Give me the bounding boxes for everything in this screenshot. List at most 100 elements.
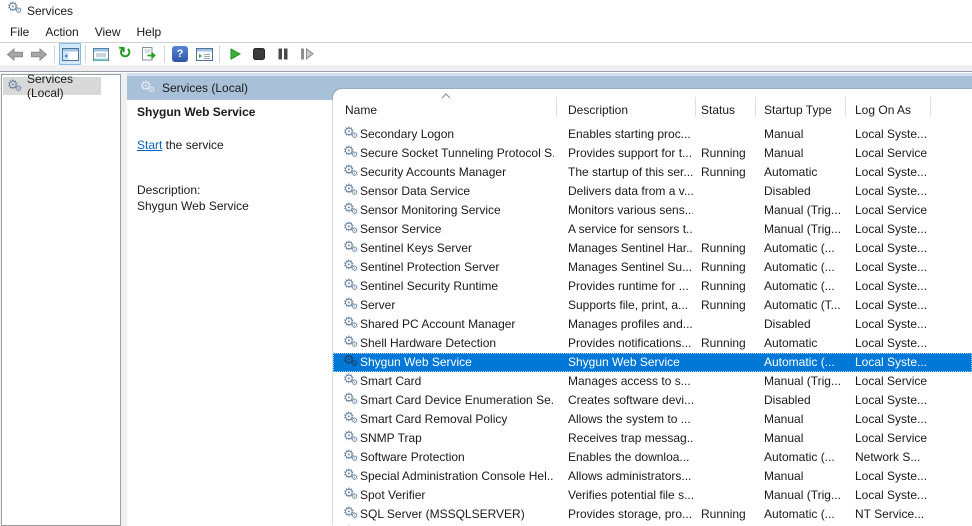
- cell-name: Secure Socket Tunneling Protocol S...: [360, 146, 554, 160]
- service-gear-icon: ⚙⚙: [343, 468, 357, 482]
- table-row[interactable]: ⚙⚙Smart Card Device Enumeration Se...Cre…: [333, 391, 972, 410]
- show-hide-action-pane-icon[interactable]: [193, 43, 215, 65]
- table-row[interactable]: ⚙⚙Sensor Data ServiceDelivers data from …: [333, 182, 972, 201]
- cell-log-on-as: Local Syste...: [855, 184, 928, 198]
- cell-startup-type: Automatic (...: [764, 260, 843, 274]
- toolbar-divider: [0, 65, 972, 72]
- table-row[interactable]: ⚙⚙Sentinel Protection ServerManages Sent…: [333, 258, 972, 277]
- cell-description: Allows the system to ...: [568, 412, 693, 426]
- table-row[interactable]: ⚙⚙Sensor ServiceA service for sensors t.…: [333, 220, 972, 239]
- cell-name: Smart Card Device Enumeration Se...: [360, 393, 554, 407]
- table-row[interactable]: ⚙⚙Sensor Monitoring ServiceMonitors vari…: [333, 201, 972, 220]
- menu-view[interactable]: View: [87, 22, 129, 42]
- cell-log-on-as: Local Syste...: [855, 393, 928, 407]
- column-header-description[interactable]: Description: [568, 103, 628, 117]
- cell-description: Delivers data from a v...: [568, 184, 693, 198]
- table-row[interactable]: ⚙⚙Sentinel Security RuntimeProvides runt…: [333, 277, 972, 296]
- restart-service-icon[interactable]: [296, 43, 318, 65]
- cell-name: Shygun Web Service: [360, 355, 554, 369]
- cell-startup-type: Automatic (...: [764, 507, 843, 521]
- cell-name: Server: [360, 298, 554, 312]
- column-resize-handle[interactable]: [556, 97, 557, 117]
- cell-name: Sentinel Keys Server: [360, 241, 554, 255]
- table-row[interactable]: ⚙⚙SQL Server (MSSQLSERVER)Provides stora…: [333, 505, 972, 524]
- table-row[interactable]: ⚙⚙Shared PC Account ManagerManages profi…: [333, 315, 972, 334]
- cell-name: Shared PC Account Manager: [360, 317, 554, 331]
- column-header-log-on-as[interactable]: Log On As: [855, 103, 911, 117]
- cell-description: Provides notifications...: [568, 336, 693, 350]
- description-label: Description:: [137, 183, 200, 197]
- cell-startup-type: Automatic (...: [764, 279, 843, 293]
- service-gear-icon: ⚙⚙: [343, 297, 357, 311]
- table-row[interactable]: ⚙⚙Smart CardManages access to s...Manual…: [333, 372, 972, 391]
- column-resize-handle[interactable]: [695, 97, 696, 117]
- column-resize-handle[interactable]: [755, 97, 756, 117]
- tree-item-services-local[interactable]: ⚙⚙ Services (Local): [3, 77, 101, 95]
- menu-help[interactable]: Help: [129, 22, 170, 42]
- cell-description: Manages Sentinel Su...: [568, 260, 693, 274]
- start-service-icon[interactable]: [224, 43, 246, 65]
- table-row[interactable]: ⚙⚙Sentinel Keys ServerManages Sentinel H…: [333, 239, 972, 258]
- service-gear-icon: ⚙⚙: [343, 335, 357, 349]
- cell-description: Manages access to s...: [568, 374, 693, 388]
- forward-icon[interactable]: [28, 43, 50, 65]
- table-row[interactable]: ⚙⚙Spot Verifier Verifies potential file s…: [333, 486, 972, 505]
- cell-name: Sensor Monitoring Service: [360, 203, 554, 217]
- table-row[interactable]: ⚙⚙Secondary LogonEnables starting proc..…: [333, 125, 972, 144]
- table-row[interactable]: ⚙⚙Software ProtectionEnables the downloa…: [333, 448, 972, 467]
- table-row[interactable]: ⚙⚙Security Accounts ManagerThe startup o…: [333, 163, 972, 182]
- table-row[interactable]: ⚙⚙Shell Hardware Detection Provides notif…: [333, 334, 972, 353]
- table-row[interactable]: ⚙⚙ServerSupports file, print, a...Runnin…: [333, 296, 972, 315]
- show-hide-console-tree-icon[interactable]: [59, 43, 81, 65]
- cell-startup-type: Automatic: [764, 336, 843, 350]
- cell-status: Running: [701, 279, 753, 293]
- cell-name: Software Protection: [360, 450, 554, 464]
- refresh-icon[interactable]: ↻: [114, 43, 136, 65]
- service-gear-icon: ⚙⚙: [343, 354, 357, 368]
- start-service-line: Start the service: [137, 138, 224, 152]
- cell-name: SQL Server (MSSQLSERVER): [360, 507, 554, 521]
- column-header-status[interactable]: Status: [701, 103, 735, 117]
- cell-log-on-as: Local Service: [855, 431, 928, 445]
- cell-startup-type: Manual (Trig...: [764, 222, 843, 236]
- cell-description: Provides storage, pro...: [568, 507, 693, 521]
- column-resize-handle[interactable]: [930, 97, 931, 117]
- cell-name: Secondary Logon: [360, 127, 554, 141]
- cell-name: Spot Verifier: [360, 488, 554, 502]
- cell-description: Monitors various sens...: [568, 203, 693, 217]
- cell-status: Running: [701, 507, 753, 521]
- start-service-suffix: the service: [162, 138, 223, 152]
- cell-log-on-as: Local Syste...: [855, 279, 928, 293]
- table-row[interactable]: ⚙⚙SNMP TrapReceives trap messag...Manual…: [333, 429, 972, 448]
- selected-service-name: Shygun Web Service: [137, 105, 255, 119]
- column-resize-handle[interactable]: [845, 97, 846, 117]
- back-icon[interactable]: [4, 43, 26, 65]
- table-row[interactable]: ⚙⚙Shygun Web ServiceShygun Web ServiceAu…: [333, 353, 972, 372]
- start-service-link[interactable]: Start: [137, 138, 162, 152]
- title-bar: ⚙⚙ Services: [0, 0, 972, 22]
- cell-description: Verifies potential file s...: [568, 488, 693, 502]
- help-icon[interactable]: ?: [169, 43, 191, 65]
- column-header-name[interactable]: Name: [345, 103, 377, 117]
- toolbar-separator: [54, 45, 55, 63]
- cell-startup-type: Automatic (...: [764, 241, 843, 255]
- export-list-icon[interactable]: [138, 43, 160, 65]
- menu-file[interactable]: File: [2, 22, 37, 42]
- table-row[interactable]: ⚙⚙Secure Socket Tunneling Protocol S...P…: [333, 144, 972, 163]
- service-gear-icon: ⚙⚙: [343, 487, 357, 501]
- properties-icon[interactable]: [90, 43, 112, 65]
- menu-action[interactable]: Action: [37, 22, 86, 42]
- stop-service-icon[interactable]: [248, 43, 270, 65]
- service-gear-icon: ⚙⚙: [343, 278, 357, 292]
- pause-service-icon[interactable]: [272, 43, 294, 65]
- cell-log-on-as: Local Service: [855, 146, 928, 160]
- column-header-startup-type[interactable]: Startup Type: [764, 103, 832, 117]
- cell-log-on-as: Local Syste...: [855, 317, 928, 331]
- pane-header-title: Services (Local): [162, 81, 248, 95]
- table-row[interactable]: ⚙⚙Smart Card Removal PolicyAllows the sy…: [333, 410, 972, 429]
- cell-name: Shell Hardware Detection: [360, 336, 554, 350]
- service-gear-icon: ⚙⚙: [343, 430, 357, 444]
- table-row[interactable]: ⚙⚙Special Administration Console Hel...A…: [333, 467, 972, 486]
- service-gear-icon: ⚙⚙: [343, 449, 357, 463]
- cell-status: Running: [701, 241, 753, 255]
